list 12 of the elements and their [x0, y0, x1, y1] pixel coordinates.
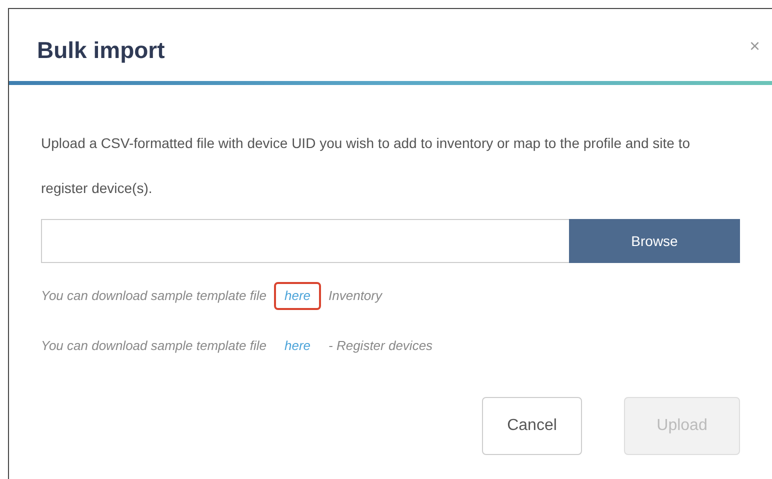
here-link[interactable]: here [274, 282, 321, 310]
browse-button[interactable]: Browse [569, 219, 740, 263]
dialog-title: Bulk import [37, 36, 165, 65]
template-text: You can download sample template file [41, 287, 266, 306]
template-type-text: - Register devices [328, 337, 433, 356]
file-input-field[interactable] [41, 219, 569, 263]
template-type-text: Inventory [328, 287, 382, 306]
close-button[interactable]: × [749, 37, 760, 55]
cancel-button[interactable]: Cancel [482, 397, 582, 455]
template-text: You can download sample template file [41, 337, 266, 356]
description-text: Upload a CSV-formatted file with device UID you wish to add to inventory or map to the profile and site to register device(s). [41, 134, 691, 198]
here-link[interactable]: here [274, 332, 321, 360]
